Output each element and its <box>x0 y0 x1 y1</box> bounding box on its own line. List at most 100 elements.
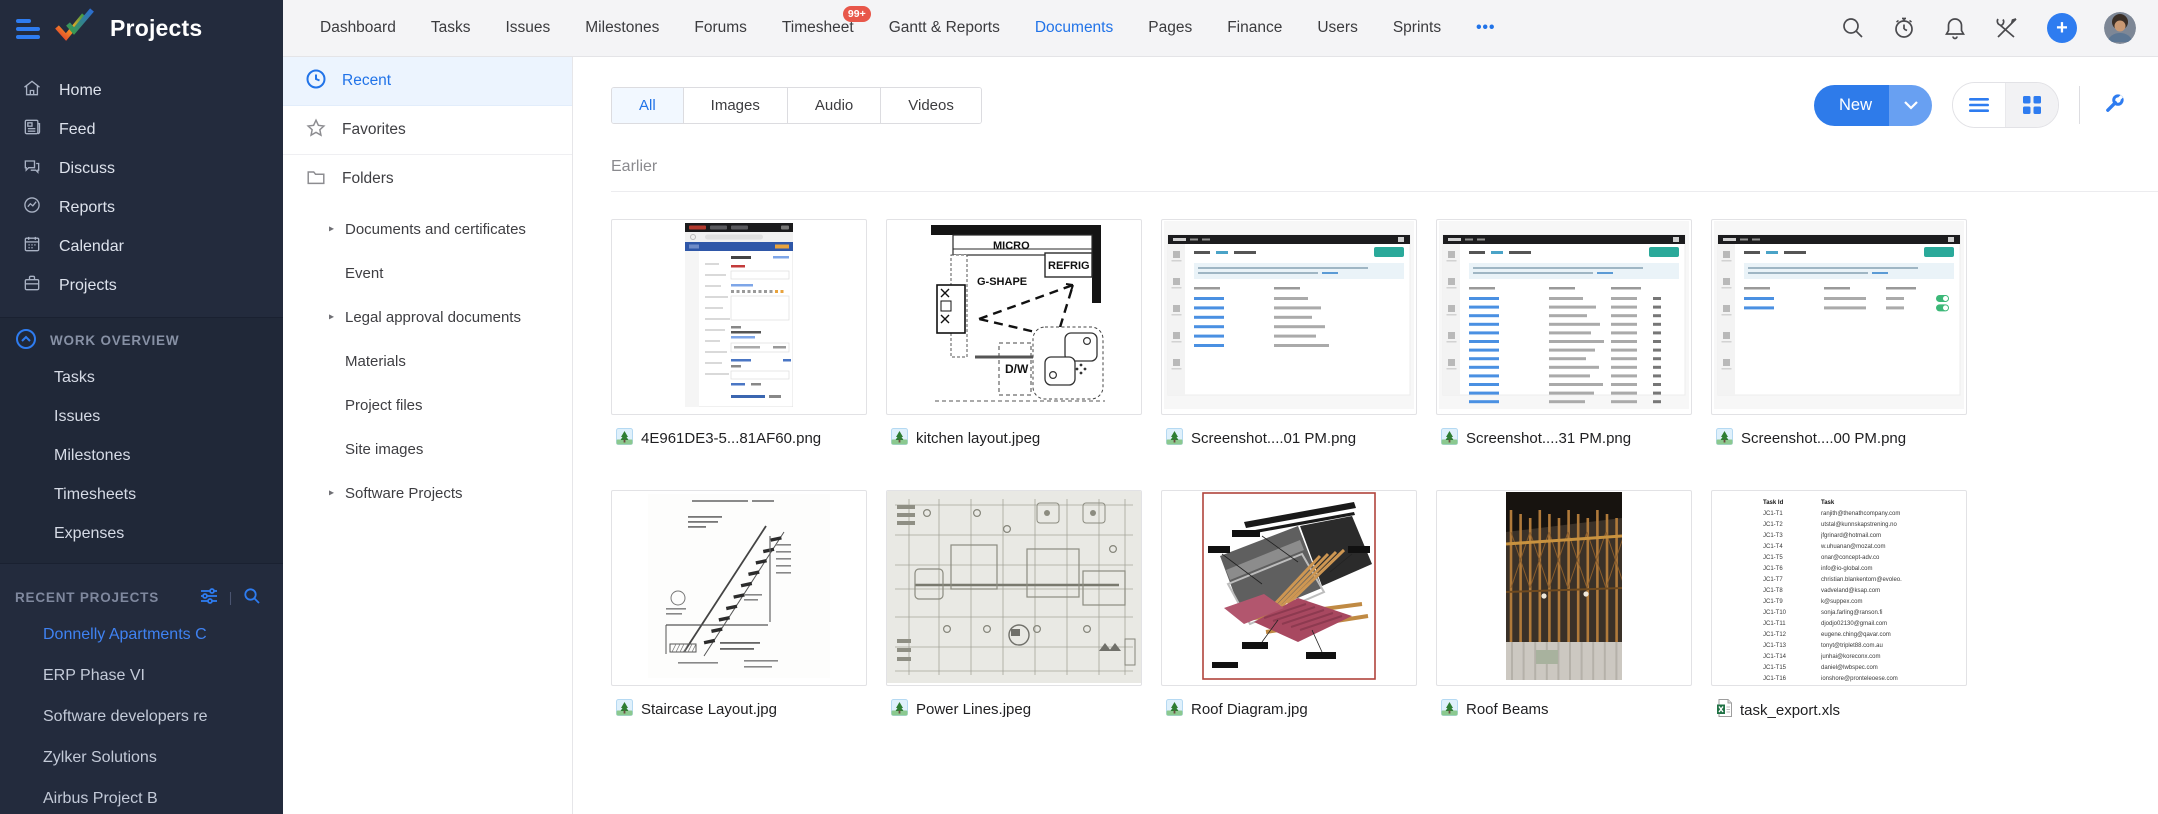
topnav-pages[interactable]: Pages <box>1148 19 1192 37</box>
add-button[interactable]: + <box>2047 13 2077 43</box>
topnav-timesheet[interactable]: Timesheet99+ <box>782 19 854 37</box>
folder-documents-and-certificates[interactable]: ▸Documents and certificates <box>283 207 572 251</box>
panel-items: RecentFavoritesFolders <box>283 57 572 203</box>
file-cell: Roof Diagram.jpg <box>1161 490 1417 762</box>
work-overview-items: TasksIssuesMilestonesTimesheetsExpenses <box>0 358 283 553</box>
topnav-milestones[interactable]: Milestones <box>585 19 659 37</box>
tab-images[interactable]: Images <box>684 88 788 123</box>
folder-software-projects[interactable]: ▸Software Projects <box>283 471 572 515</box>
folder-project-files[interactable]: Project files <box>283 383 572 427</box>
recent-project-erp-phase-vi[interactable]: ERP Phase VI <box>0 655 283 696</box>
file-name[interactable]: Screenshot....00 PM.png <box>1741 430 1906 447</box>
file-name[interactable]: Roof Beams <box>1466 701 1549 718</box>
file-name[interactable]: Staircase Layout.jpg <box>641 701 777 718</box>
file-thumbnail-screenshot-01-pm-png[interactable] <box>1161 219 1417 415</box>
project-search-icon[interactable] <box>243 587 261 608</box>
image-file-icon <box>616 699 633 720</box>
topnav-forums[interactable]: Forums <box>694 19 747 37</box>
timesheet-badge: 99+ <box>843 6 871 22</box>
calendar-icon <box>22 234 42 259</box>
recent-project-airbus-project-b[interactable]: Airbus Project B <box>0 778 283 814</box>
topnav-tasks[interactable]: Tasks <box>431 19 471 37</box>
recent-project-software-developers-re[interactable]: Software developers re <box>0 696 283 737</box>
thumbnail-image <box>685 223 793 412</box>
new-button-label[interactable]: New <box>1814 85 1889 126</box>
new-button[interactable]: New <box>1814 85 1932 126</box>
topnav-documents[interactable]: Documents <box>1035 19 1113 37</box>
panel-item-favorites[interactable]: Favorites <box>283 106 572 155</box>
file-name[interactable]: Roof Diagram.jpg <box>1191 701 1308 718</box>
settings-wrench-icon[interactable] <box>2100 92 2130 118</box>
recent-project-zylker-solutions[interactable]: Zylker Solutions <box>0 737 283 778</box>
file-name[interactable]: Power Lines.jpeg <box>916 701 1031 718</box>
sidebar-item-calendar[interactable]: Calendar <box>0 227 283 266</box>
file-thumbnail-staircase-layout-jpg[interactable] <box>611 490 867 686</box>
tab-videos[interactable]: Videos <box>881 88 981 123</box>
file-thumbnail-kitchen-layout-jpeg[interactable]: MICROREFRIGG-SHAPED/W <box>886 219 1142 415</box>
work-overview-item-tasks[interactable]: Tasks <box>0 358 283 397</box>
work-overview-item-expenses[interactable]: Expenses <box>0 514 283 553</box>
image-file-icon <box>891 428 908 449</box>
tab-audio[interactable]: Audio <box>788 88 881 123</box>
projects-icon <box>22 273 42 298</box>
folder-site-images[interactable]: Site images <box>283 427 572 471</box>
sidebar-item-reports[interactable]: Reports <box>0 188 283 227</box>
thumbnail-image <box>1714 221 1964 414</box>
sidebar-item-projects[interactable]: Projects <box>0 266 283 305</box>
expand-caret-icon[interactable]: ▸ <box>329 224 334 235</box>
collapse-circle-icon[interactable] <box>15 328 37 353</box>
expand-caret-icon[interactable]: ▸ <box>329 312 334 323</box>
file-name[interactable]: Screenshot....31 PM.png <box>1466 430 1631 447</box>
file-thumbnail-power-lines-jpeg[interactable] <box>886 490 1142 686</box>
topnav-dashboard[interactable]: Dashboard <box>320 19 396 37</box>
list-view-button[interactable] <box>1953 83 2006 127</box>
topnav-finance[interactable]: Finance <box>1227 19 1282 37</box>
tools-icon[interactable] <box>1994 16 2020 40</box>
folder-legal-approval-documents[interactable]: ▸Legal approval documents <box>283 295 572 339</box>
search-icon[interactable] <box>1841 16 1865 40</box>
panel-item-recent[interactable]: Recent <box>283 57 572 106</box>
recent-projects-title: RECENT PROJECTS <box>15 590 159 605</box>
filter-sliders-icon[interactable] <box>199 587 219 608</box>
timer-icon[interactable] <box>1892 16 1916 40</box>
file-thumbnail-screenshot-31-pm-png[interactable] <box>1436 219 1692 415</box>
new-dropdown-caret[interactable] <box>1889 85 1932 126</box>
topnav-users[interactable]: Users <box>1317 19 1357 37</box>
topnav-sprints[interactable]: Sprints <box>1393 19 1441 37</box>
topnav-issues[interactable]: Issues <box>505 19 550 37</box>
sidebar-item-discuss[interactable]: Discuss <box>0 149 283 188</box>
file-thumbnail-roof-beams[interactable] <box>1436 490 1692 686</box>
file-name[interactable]: kitchen layout.jpeg <box>916 430 1040 447</box>
notifications-bell-icon[interactable] <box>1943 16 1967 40</box>
sidebar-item-home[interactable]: Home <box>0 71 283 110</box>
panel-item-folders[interactable]: Folders <box>283 155 572 203</box>
tab-all[interactable]: All <box>612 88 684 123</box>
work-overview-item-milestones[interactable]: Milestones <box>0 436 283 475</box>
topnav-gantt-reports[interactable]: Gantt & Reports <box>889 19 1000 37</box>
file-thumbnail-task-export-xls[interactable]: Task IdTaskJC1-T1ranjith@thenathcompany.… <box>1711 490 1967 686</box>
folder-event[interactable]: Event <box>283 251 572 295</box>
work-overview-item-issues[interactable]: Issues <box>0 397 283 436</box>
sidebar-item-feed[interactable]: Feed <box>0 110 283 149</box>
work-overview-item-timesheets[interactable]: Timesheets <box>0 475 283 514</box>
file-thumbnail-4e961de3-5-81af60-png[interactable] <box>611 219 867 415</box>
excel-file-icon <box>1716 699 1732 721</box>
content-header: AllImagesAudioVideos New <box>573 57 2158 128</box>
recent-projects-header: RECENT PROJECTS | <box>0 580 283 614</box>
hamburger-menu-icon[interactable] <box>16 19 40 39</box>
file-name[interactable]: 4E961DE3-5...81AF60.png <box>641 430 821 447</box>
work-overview-header[interactable]: WORK OVERVIEW <box>0 322 283 358</box>
main-sidebar: Projects HomeFeedDiscussReportsCalendarP… <box>0 0 283 814</box>
folder-materials[interactable]: Materials <box>283 339 572 383</box>
recent-project-donnelly-apartments-c[interactable]: Donnelly Apartments C <box>0 614 283 655</box>
file-name[interactable]: task_export.xls <box>1740 702 1840 719</box>
file-thumbnail-screenshot-00-pm-png[interactable] <box>1711 219 1967 415</box>
grid-view-button[interactable] <box>2006 83 2058 127</box>
file-cell: Screenshot....00 PM.png <box>1711 219 1967 490</box>
expand-caret-icon[interactable]: ▸ <box>329 488 334 499</box>
topnav-more[interactable]: ••• <box>1476 19 1495 37</box>
file-thumbnail-roof-diagram-jpg[interactable] <box>1161 490 1417 686</box>
sidebar-item-label: Calendar <box>59 238 124 256</box>
avatar[interactable] <box>2104 12 2136 44</box>
file-name[interactable]: Screenshot....01 PM.png <box>1191 430 1356 447</box>
